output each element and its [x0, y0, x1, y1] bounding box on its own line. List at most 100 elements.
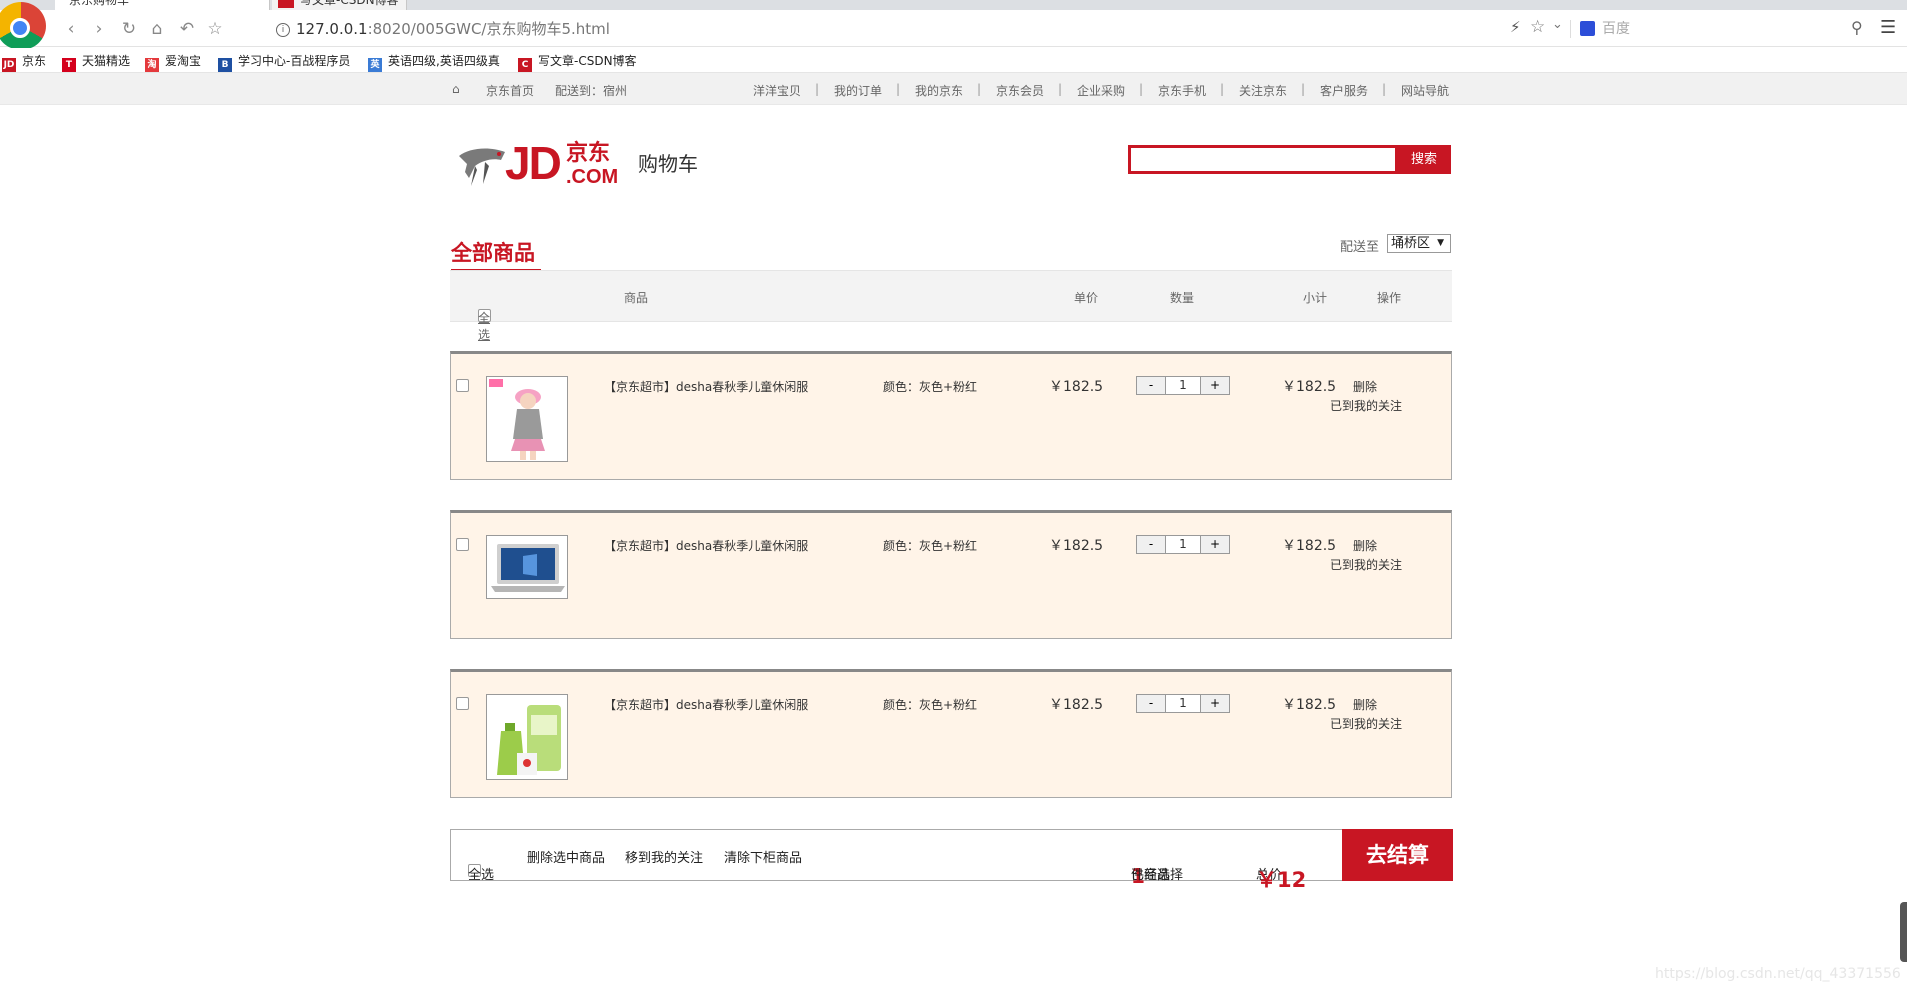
- chevron-down-icon[interactable]: ⌄: [1552, 17, 1563, 32]
- nav-link-sitemap[interactable]: 网站导航: [1401, 82, 1449, 99]
- csdn-tab-icon: [278, 0, 294, 8]
- search-button[interactable]: 搜索: [1397, 145, 1451, 174]
- divider: |: [1220, 82, 1225, 96]
- bookmark-learning[interactable]: B 学习中心-百战程序员: [218, 52, 350, 72]
- qty-input[interactable]: 1: [1166, 376, 1200, 395]
- reload-icon[interactable]: ↻: [118, 18, 140, 40]
- item-checkbox[interactable]: [456, 379, 469, 392]
- qty-input[interactable]: 1: [1166, 535, 1200, 554]
- item-checkbox[interactable]: [456, 538, 469, 551]
- nav-link-orders[interactable]: 我的订单: [834, 82, 882, 99]
- qty-plus-button[interactable]: +: [1200, 376, 1230, 395]
- jd-icon: JD: [2, 58, 16, 72]
- menu-icon[interactable]: ☰: [1880, 17, 1896, 38]
- laptop-image[interactable]: [486, 535, 568, 599]
- item-name[interactable]: 【京东超市】desha春秋季儿童休闲服: [604, 537, 808, 554]
- bookmark-star-icon[interactable]: ☆: [204, 18, 226, 40]
- quantity-stepper: - 1 +: [1136, 694, 1230, 713]
- nav-link-enterprise[interactable]: 企业采购: [1077, 82, 1125, 99]
- delete-link[interactable]: 删除: [1353, 537, 1377, 554]
- qty-minus-button[interactable]: -: [1136, 535, 1166, 554]
- bookmark-english[interactable]: 英英语四级,英语四级真: [368, 52, 500, 72]
- bookmark-label: 京东: [22, 54, 47, 68]
- total-value: ￥12: [1256, 868, 1307, 892]
- divider: |: [815, 82, 820, 96]
- favorite-star-icon[interactable]: ☆: [1530, 17, 1545, 37]
- all-goods-tab[interactable]: 全部商品: [451, 237, 535, 267]
- item-unit-price: ￥182.5: [1049, 697, 1104, 713]
- nav-link-myjd[interactable]: 我的京东: [915, 82, 963, 99]
- watermark: https://blog.csdn.net/qq_43371556: [1655, 966, 1901, 982]
- detergent-image[interactable]: [486, 694, 568, 780]
- qty-minus-button[interactable]: -: [1136, 376, 1166, 395]
- home-icon[interactable]: ⌂: [146, 18, 168, 40]
- move-to-favorite-link[interactable]: 已到我的关注: [1330, 556, 1402, 573]
- logo-com: .COM: [566, 166, 619, 188]
- bookmark-label: 爱淘宝: [165, 54, 202, 68]
- browser-search-input[interactable]: 百度: [1602, 18, 1630, 40]
- item-unit-price: ￥182.5: [1049, 379, 1104, 395]
- item-color: 颜色：灰色+粉红: [883, 698, 978, 712]
- back-icon[interactable]: ‹: [60, 18, 82, 40]
- move-to-favorites-link[interactable]: 移到我的关注: [625, 847, 703, 866]
- search-input[interactable]: [1128, 145, 1398, 174]
- search-icon[interactable]: ⚲: [1851, 18, 1863, 37]
- nav-link-mobile[interactable]: 京东手机: [1158, 82, 1206, 99]
- qty-minus-button[interactable]: -: [1136, 694, 1166, 713]
- nav-home-link[interactable]: 京东首页: [486, 82, 534, 99]
- nav-link-follow[interactable]: 关注京东: [1239, 82, 1287, 99]
- address-bar-row: ‹ › ↻ ⌂ ↶ ☆ i 127.0.0.1:8020/005GWC/京东购物…: [0, 2, 1907, 50]
- nav-link-member[interactable]: 京东会员: [996, 82, 1044, 99]
- checkout-button[interactable]: 去结算: [1342, 829, 1453, 881]
- qty-plus-button[interactable]: +: [1200, 694, 1230, 713]
- chevron-down-icon: ▼: [1437, 238, 1444, 248]
- bookmark-label: 写文章-CSDN博客: [538, 54, 637, 68]
- bookmark-jd[interactable]: JD 京东: [2, 52, 47, 72]
- lightning-icon[interactable]: ⚡︎: [1510, 18, 1521, 36]
- ship-label: 配送至: [1340, 240, 1380, 255]
- column-action: 操作: [1377, 291, 1402, 305]
- delete-link[interactable]: 删除: [1353, 696, 1377, 713]
- browser-tab-strip: 京东购物车 写文章-CSDN博客: [0, 0, 1907, 10]
- qty-plus-button[interactable]: +: [1200, 535, 1230, 554]
- nav-link-service[interactable]: 客户服务: [1320, 82, 1368, 99]
- browser-logo-icon[interactable]: [0, 2, 46, 50]
- browser-tab-csdn[interactable]: 写文章-CSDN博客: [272, 0, 407, 10]
- bookmark-label: 英语四级,英语四级真: [388, 54, 500, 68]
- bookmark-csdn[interactable]: C 写文章-CSDN博客: [518, 52, 637, 72]
- girl-clothes-image[interactable]: [486, 376, 568, 462]
- region-select[interactable]: 埇桥区 ▼: [1387, 234, 1451, 253]
- browser-tab-active[interactable]: 京东购物车: [55, 0, 270, 10]
- column-unit-price: 单价: [1074, 291, 1099, 305]
- item-subtotal: ￥182.5: [1282, 697, 1337, 713]
- ship-to-text[interactable]: 配送到：宿州: [555, 82, 627, 99]
- url-path: :8020/005GWC/京东购物车5.html: [367, 20, 610, 38]
- site-info-icon[interactable]: i: [276, 23, 290, 37]
- qty-input[interactable]: 1: [1166, 694, 1200, 713]
- bookmark-tmall[interactable]: T 天猫精选: [62, 52, 130, 72]
- page-title: 购物车: [638, 152, 698, 176]
- clear-items-link[interactable]: 清除下柜商品: [724, 847, 802, 866]
- undo-icon[interactable]: ↶: [176, 18, 198, 40]
- item-unit-price: ￥182.5: [1049, 538, 1104, 554]
- divider: [1570, 20, 1571, 38]
- jd-dog-mascot-icon: [459, 148, 505, 186]
- forward-icon[interactable]: ›: [88, 18, 110, 40]
- move-to-favorite-link[interactable]: 已到我的关注: [1330, 715, 1402, 732]
- item-subtotal: ￥182.5: [1282, 379, 1337, 395]
- delete-link[interactable]: 删除: [1353, 378, 1377, 395]
- url-field[interactable]: 127.0.0.1:8020/005GWC/京东购物车5.html: [296, 18, 610, 40]
- delete-selected-link[interactable]: 删除选中商品: [527, 847, 605, 866]
- jd-logo[interactable]: JD 京东 .COM: [455, 138, 620, 190]
- item-name[interactable]: 【京东超市】desha春秋季儿童休闲服: [604, 696, 808, 713]
- item-checkbox[interactable]: [456, 697, 469, 710]
- bookmark-taobao[interactable]: 淘爱淘宝: [145, 52, 202, 72]
- nav-link-baby[interactable]: 洋洋宝贝: [753, 82, 801, 99]
- baidu-icon: [1580, 21, 1595, 36]
- move-to-favorite-link[interactable]: 已到我的关注: [1330, 397, 1402, 414]
- cart-footer-bar: 全选 删除选中商品 移到我的关注 清除下柜商品 已经选择 1 件商品 总价 ￥12 …: [450, 829, 1453, 892]
- cart-column-header: 全选 商品 单价 数量 小计 操作: [450, 270, 1452, 342]
- home-icon[interactable]: ⌂: [452, 82, 460, 96]
- item-name[interactable]: 【京东超市】desha春秋季儿童休闲服: [604, 378, 808, 395]
- side-scroll-handle[interactable]: [1900, 902, 1907, 962]
